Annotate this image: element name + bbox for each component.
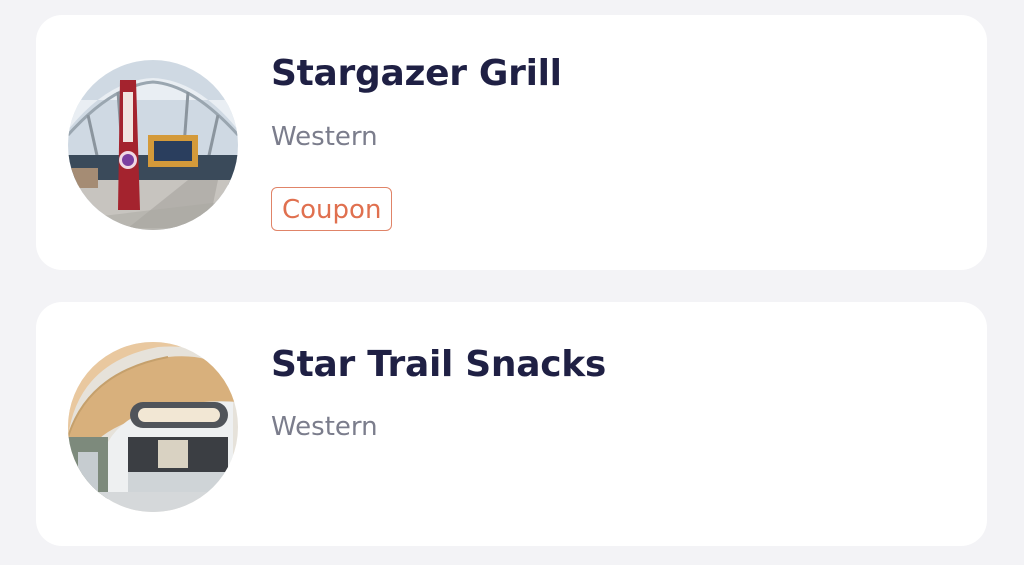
restaurant-name: Star Trail Snacks [271,344,607,385]
restaurant-name: Stargazer Grill [271,53,562,94]
restaurant-photo-stargazer-grill [68,60,238,230]
restaurant-category: Western [271,412,378,442]
restaurant-card[interactable]: Stargazer Grill Western Coupon [36,15,987,270]
restaurant-thumbnail [68,60,238,230]
restaurant-card[interactable]: Star Trail Snacks Western [36,302,987,546]
coupon-badge: Coupon [271,187,393,231]
restaurant-thumbnail [68,342,238,512]
restaurant-photo-star-trail-snacks [68,342,238,512]
restaurant-category: Western [271,122,378,152]
